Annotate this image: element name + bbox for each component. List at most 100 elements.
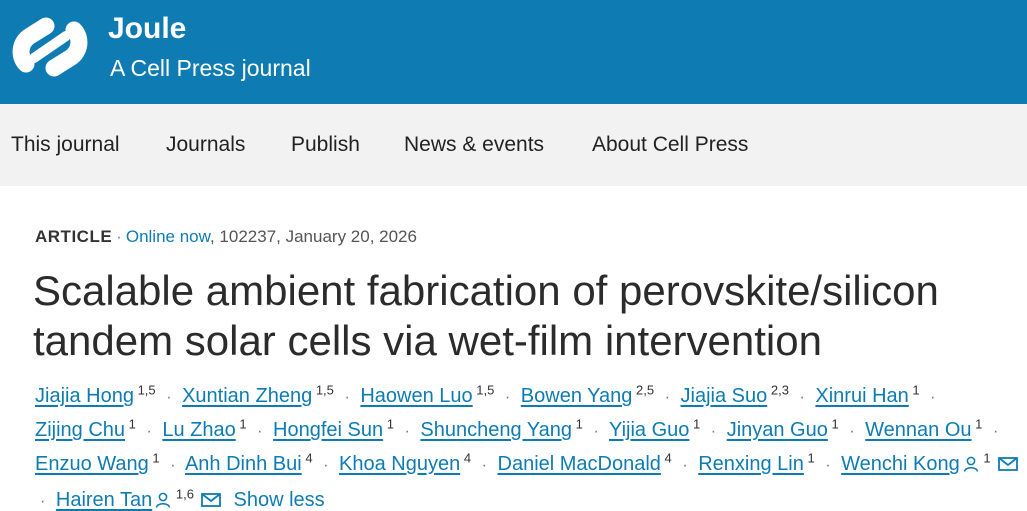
article-meta: ARTICLE · Online now, 102237, January 20, … bbox=[35, 226, 417, 248]
author-affiliation: 1,5 bbox=[133, 382, 156, 398]
nav-news-events[interactable]: News & events bbox=[404, 132, 544, 158]
email-envelope-icon[interactable] bbox=[200, 487, 222, 511]
email-envelope-icon[interactable] bbox=[997, 451, 1019, 484]
author-affiliation: 1 bbox=[235, 416, 247, 432]
author-affiliation: 1 bbox=[148, 450, 160, 466]
author-separator: · bbox=[404, 423, 410, 440]
article-type: ARTICLE bbox=[35, 227, 113, 246]
author-item: Yijia Guo 1 bbox=[609, 416, 701, 441]
author-item: Xuntian Zheng 1,5 bbox=[182, 382, 334, 407]
author-item: Wenchi Kong 1 bbox=[841, 450, 1018, 475]
author-affiliation: 1,5 bbox=[472, 382, 495, 398]
author-item: Xinrui Han 1 bbox=[815, 382, 920, 407]
author-name[interactable]: Hairen Tan bbox=[56, 489, 152, 511]
article-title-line-2: tandem solar cells via wet-film interven… bbox=[33, 317, 822, 364]
author-affiliation: 2,3 bbox=[767, 382, 789, 398]
author-affiliation: 1 bbox=[125, 416, 136, 432]
article-title: Scalable ambient fabrication of perovski… bbox=[33, 266, 1013, 366]
author-affiliation: 1 bbox=[979, 450, 991, 466]
nav-this-journal[interactable]: This journal bbox=[11, 132, 120, 158]
author-name[interactable]: Khoa Nguyen bbox=[339, 453, 460, 475]
journal-subtitle: A Cell Press journal bbox=[110, 55, 311, 81]
show-less-button[interactable]: Show less bbox=[228, 489, 325, 511]
author-affiliation: 1 bbox=[908, 382, 920, 398]
author-item: Bowen Yang 2,5 bbox=[521, 382, 655, 407]
author-separator: · bbox=[344, 389, 350, 406]
author-name[interactable]: Yijia Guo bbox=[609, 419, 689, 441]
author-name[interactable]: Shuncheng Yang bbox=[420, 419, 572, 441]
author-separator: · bbox=[146, 423, 152, 440]
author-separator: · bbox=[40, 493, 46, 510]
author-affiliation: 2,5 bbox=[632, 382, 655, 398]
author-separator: · bbox=[849, 423, 855, 440]
author-item: Jinyan Guo 1 bbox=[727, 416, 839, 441]
author-separator: · bbox=[323, 457, 329, 474]
author-name[interactable]: Xinrui Han bbox=[815, 385, 908, 407]
author-separator: · bbox=[593, 423, 599, 440]
author-affiliation: 4 bbox=[660, 450, 672, 466]
author-separator: · bbox=[504, 389, 511, 406]
nav-publish[interactable]: Publish bbox=[291, 132, 360, 158]
author-name[interactable]: Bowen Yang bbox=[521, 385, 633, 407]
online-status[interactable]: Online now bbox=[126, 227, 210, 246]
author-name[interactable]: Jinyan Guo bbox=[727, 419, 828, 441]
author-affiliation: 1,5 bbox=[312, 382, 334, 398]
author-name[interactable]: Jiajia Suo bbox=[681, 385, 768, 407]
author-affiliation: 4 bbox=[460, 450, 472, 466]
author-separator: · bbox=[992, 423, 999, 440]
author-name[interactable]: Jiajia Hong bbox=[35, 385, 134, 407]
author-name[interactable]: Lu Zhao bbox=[162, 419, 235, 441]
author-item: Enzuo Wang 1 bbox=[35, 450, 160, 475]
article-details: , 102237, January 20, 2026 bbox=[209, 227, 417, 246]
author-separator: · bbox=[170, 457, 176, 474]
author-item: Hairen Tan 1,6 bbox=[56, 486, 222, 511]
author-item: Shuncheng Yang 1 bbox=[420, 416, 583, 441]
author-separator: · bbox=[682, 457, 688, 474]
cell-press-logo-icon[interactable] bbox=[12, 10, 88, 84]
corresponding-author-person-icon bbox=[962, 451, 980, 484]
author-separator: · bbox=[664, 389, 670, 406]
main-navigation: This journal Journals Publish News & eve… bbox=[0, 104, 1027, 186]
nav-journals[interactable]: Journals bbox=[166, 132, 245, 158]
corresponding-author-person-icon bbox=[154, 487, 172, 511]
author-name[interactable]: Wenchi Kong bbox=[841, 453, 960, 475]
author-item: Wennan Ou 1 bbox=[865, 417, 982, 441]
author-item: Hongfei Sun 1 bbox=[273, 416, 394, 441]
journal-header: Joule A Cell Press journal bbox=[0, 0, 1027, 104]
author-affiliation: 1 bbox=[827, 416, 839, 432]
author-affiliation: 1 bbox=[689, 416, 701, 432]
author-item: Daniel MacDonald 4 bbox=[498, 450, 672, 475]
author-separator: · bbox=[799, 389, 805, 406]
author-affiliation: 1 bbox=[803, 450, 815, 466]
author-item: Khoa Nguyen 4 bbox=[339, 450, 472, 475]
author-name[interactable]: Zijing Chu bbox=[35, 419, 125, 441]
nav-about-cell-press[interactable]: About Cell Press bbox=[592, 132, 748, 158]
author-item: Lu Zhao 1 bbox=[162, 416, 247, 441]
author-name[interactable]: Haowen Luo bbox=[360, 385, 472, 407]
author-name[interactable]: Wennan Ou bbox=[865, 419, 971, 441]
author-name[interactable]: Hongfei Sun bbox=[273, 419, 383, 441]
author-separator: · bbox=[481, 457, 487, 474]
author-name[interactable]: Daniel MacDonald bbox=[498, 453, 661, 475]
author-item: Renxing Lin 1 bbox=[698, 450, 815, 475]
author-affiliation: 1 bbox=[572, 416, 583, 432]
author-separator: · bbox=[710, 423, 717, 440]
author-name[interactable]: Enzuo Wang bbox=[35, 453, 149, 475]
journal-title[interactable]: Joule bbox=[108, 12, 186, 46]
meta-separator: · bbox=[116, 227, 122, 246]
author-separator: · bbox=[825, 457, 831, 474]
author-affiliation: 1,6 bbox=[172, 486, 194, 502]
author-item: Jiajia Hong 1,5 bbox=[35, 382, 156, 407]
author-name[interactable]: Renxing Lin bbox=[698, 453, 804, 475]
author-separator: · bbox=[930, 389, 936, 406]
author-affiliation: 4 bbox=[301, 450, 313, 466]
author-item: Zijing Chu 1 bbox=[35, 416, 136, 441]
author-name[interactable]: Xuntian Zheng bbox=[182, 385, 312, 407]
author-separator: · bbox=[257, 423, 263, 440]
author-name[interactable]: Anh Dinh Bui bbox=[185, 453, 302, 475]
author-list: Jiajia Hong 1,5 · Xuntian Zheng 1,5 · Ha… bbox=[35, 380, 1020, 511]
author-item: Jiajia Suo 2,3 bbox=[681, 382, 789, 407]
author-item: Haowen Luo 1,5 bbox=[360, 382, 495, 407]
author-affiliation: 1 bbox=[383, 416, 394, 432]
author-separator: · bbox=[166, 389, 172, 406]
